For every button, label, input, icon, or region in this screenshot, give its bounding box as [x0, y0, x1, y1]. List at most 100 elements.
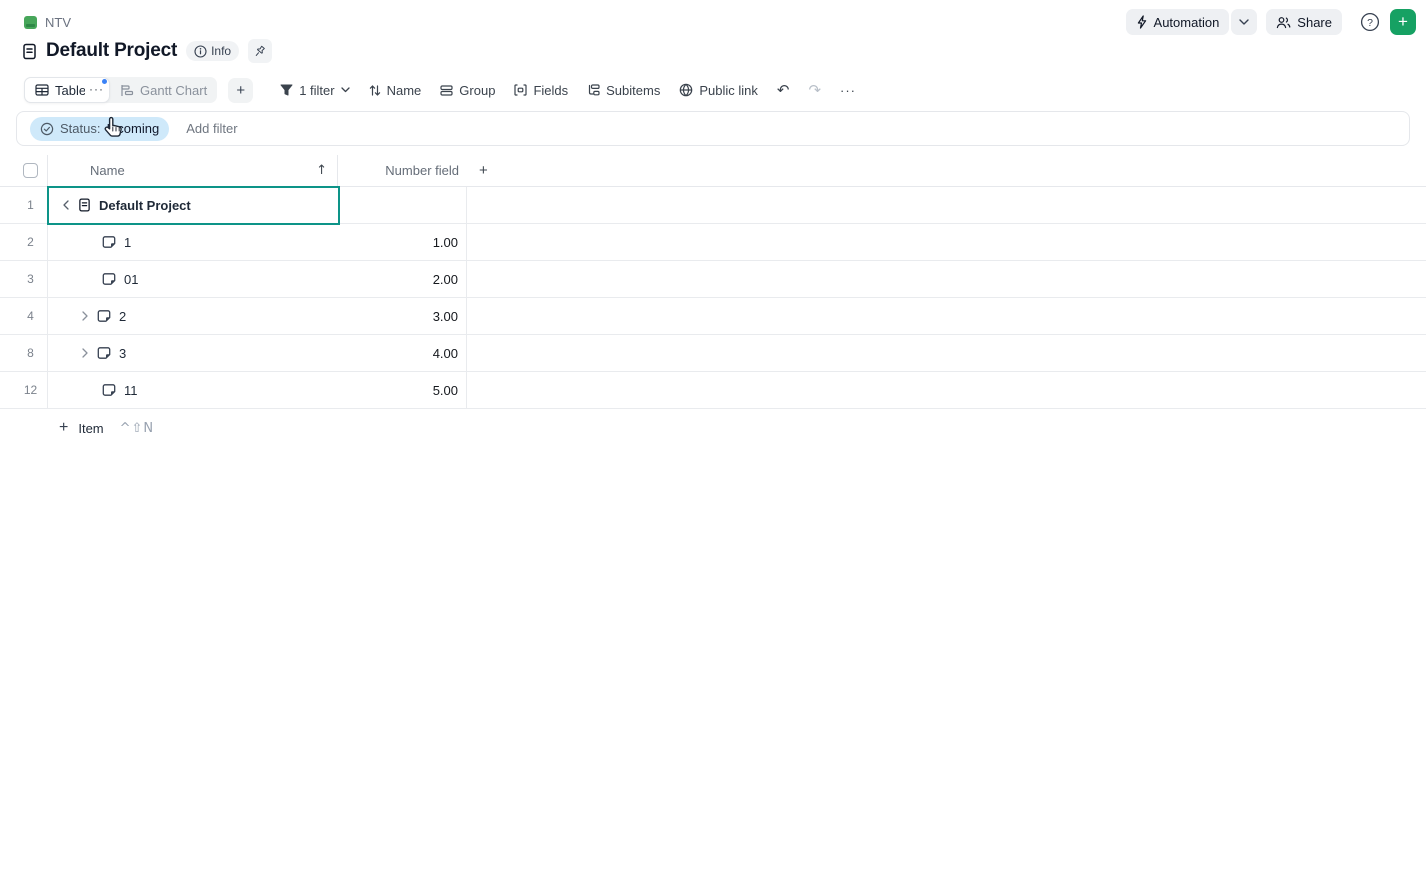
- select-all-checkbox[interactable]: [23, 163, 38, 178]
- column-header-number-field[interactable]: Number field: [338, 155, 467, 186]
- page-title: Default Project: [46, 40, 177, 62]
- row-number[interactable]: 2: [0, 224, 48, 260]
- globe-icon: [679, 83, 693, 97]
- group-button[interactable]: Group: [440, 83, 495, 98]
- top-bar: NTV Automation Share ? +: [24, 8, 1416, 36]
- public-link-label: Public link: [699, 83, 758, 98]
- help-button[interactable]: ?: [1358, 10, 1382, 34]
- expand-chevron-icon[interactable]: [82, 311, 89, 321]
- group-label: Group: [459, 83, 495, 98]
- row-number[interactable]: 12: [0, 372, 48, 408]
- item-icon: [102, 235, 116, 249]
- row-number[interactable]: 3: [0, 261, 48, 297]
- grid-header-row: Name ↑ Number field +: [0, 155, 1426, 187]
- pin-icon: [250, 41, 270, 61]
- page-header: Default Project Info: [22, 37, 272, 65]
- pin-button[interactable]: [248, 39, 272, 63]
- sort-arrows-icon: [369, 84, 381, 97]
- toolbar-more-button[interactable]: ···: [840, 83, 856, 98]
- table-row[interactable]: 1 Default Project: [0, 187, 1426, 224]
- chevron-down-icon: [1239, 19, 1249, 25]
- workspace-switcher[interactable]: NTV: [24, 15, 71, 30]
- redo-button[interactable]: ↷: [808, 81, 821, 99]
- number-cell[interactable]: 1.00: [338, 224, 467, 260]
- row-number[interactable]: 4: [0, 298, 48, 334]
- fields-button[interactable]: Fields: [514, 83, 568, 98]
- info-label: Info: [211, 44, 231, 58]
- add-field-button[interactable]: +: [479, 155, 488, 186]
- table-row[interactable]: 2 1 1.00: [0, 224, 1426, 261]
- item-icon: [97, 346, 111, 360]
- expand-chevron-icon[interactable]: [82, 348, 89, 358]
- share-label: Share: [1297, 15, 1332, 30]
- toolbar-actions: 1 filter Name Group Fields Subitems Publ…: [280, 81, 856, 99]
- mouse-cursor: [103, 115, 125, 139]
- project-icon: [78, 197, 91, 213]
- column-number-label: Number field: [385, 163, 459, 178]
- table-icon: [35, 84, 49, 96]
- row-number[interactable]: 1: [0, 187, 48, 223]
- public-link-button[interactable]: Public link: [679, 83, 758, 98]
- active-filter-bar: Status: Incoming Add filter: [16, 111, 1410, 146]
- automation-dropdown-caret[interactable]: [1231, 9, 1257, 35]
- add-view-button[interactable]: +: [228, 78, 253, 103]
- number-cell[interactable]: 5.00: [338, 372, 467, 408]
- info-icon: [194, 45, 207, 58]
- create-new-button[interactable]: +: [1390, 9, 1416, 35]
- number-cell[interactable]: 4.00: [338, 335, 467, 371]
- filter-button[interactable]: 1 filter: [280, 83, 349, 98]
- number-cell[interactable]: 3.00: [338, 298, 467, 334]
- fields-label: Fields: [533, 83, 568, 98]
- filter-field-label: Status:: [60, 121, 100, 136]
- undo-button[interactable]: ↶: [777, 81, 790, 99]
- name-cell[interactable]: Default Project: [48, 187, 338, 223]
- lightning-icon: [1136, 15, 1148, 29]
- tab-table-view[interactable]: Table ···: [24, 77, 110, 103]
- tab-table-label: Table: [55, 83, 85, 98]
- help-icon: ?: [1360, 12, 1380, 32]
- header-select-cell: [0, 155, 48, 186]
- column-header-name[interactable]: Name ↑: [48, 155, 338, 186]
- name-cell[interactable]: 3: [48, 335, 338, 371]
- add-item-row[interactable]: + Item ^⇧N: [0, 409, 1426, 447]
- view-tabs: Table ··· Gantt Chart: [24, 77, 217, 103]
- name-cell[interactable]: 2: [48, 298, 338, 334]
- add-filter-button[interactable]: Add filter: [186, 121, 237, 136]
- item-name: 1: [124, 235, 131, 250]
- view-toolbar: Table ··· Gantt Chart + 1 filter Name Gr…: [24, 77, 1402, 103]
- tab-more-button[interactable]: ···: [89, 82, 104, 96]
- people-icon: [1276, 16, 1291, 29]
- notification-dot: [102, 79, 107, 84]
- item-icon: [97, 309, 111, 323]
- info-button[interactable]: Info: [186, 41, 239, 61]
- filter-label: 1 filter: [299, 83, 334, 98]
- name-cell[interactable]: 11: [48, 372, 338, 408]
- sort-label: Name: [387, 83, 422, 98]
- share-button[interactable]: Share: [1266, 9, 1342, 35]
- name-cell[interactable]: 1: [48, 224, 338, 260]
- table-row[interactable]: 8 3 4.00: [0, 335, 1426, 372]
- add-item-shortcut: ^⇧N: [120, 421, 155, 436]
- plus-icon: +: [1398, 12, 1408, 32]
- svg-text:?: ?: [1367, 17, 1373, 29]
- collapse-chevron-icon[interactable]: [62, 200, 70, 210]
- tab-gantt-view[interactable]: Gantt Chart: [110, 77, 217, 103]
- subitems-button[interactable]: Subitems: [587, 83, 660, 98]
- name-cell[interactable]: 01: [48, 261, 338, 297]
- number-cell[interactable]: [338, 187, 467, 223]
- table-row[interactable]: 4 2 3.00: [0, 298, 1426, 335]
- gantt-icon: [120, 84, 134, 97]
- sort-button[interactable]: Name: [369, 83, 422, 98]
- number-cell[interactable]: 2.00: [338, 261, 467, 297]
- workspace-logo-icon: [24, 16, 37, 29]
- item-name: 11: [124, 383, 138, 398]
- item-name: 3: [119, 346, 126, 361]
- filter-chip-status[interactable]: Status: Incoming: [30, 117, 169, 141]
- table-row[interactable]: 12 11 5.00: [0, 372, 1426, 409]
- row-number[interactable]: 8: [0, 335, 48, 371]
- add-item-label: Item: [78, 421, 103, 436]
- base-icon: [22, 42, 37, 61]
- table-row[interactable]: 3 01 2.00: [0, 261, 1426, 298]
- automation-button[interactable]: Automation: [1126, 9, 1230, 35]
- sort-asc-icon: ↑: [316, 163, 327, 178]
